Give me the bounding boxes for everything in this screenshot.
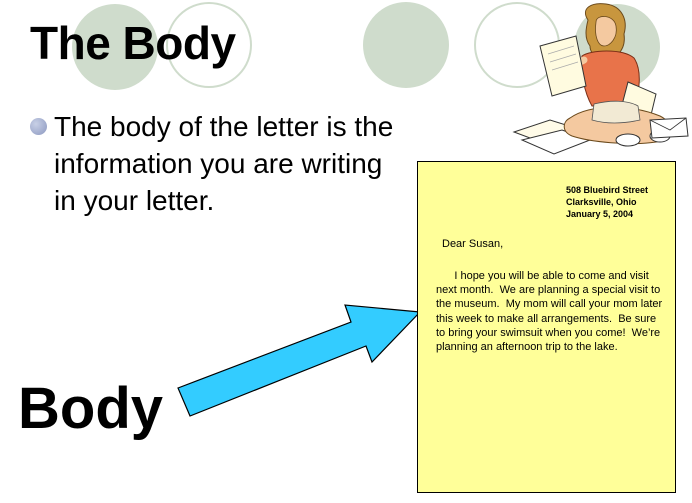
letter-page: 508 Bluebird Street Clarksville, Ohio Ja… xyxy=(417,161,676,493)
bullet-text: The body of the letter is the informatio… xyxy=(54,111,394,216)
body-label: Body xyxy=(18,376,163,441)
decor-circle-3 xyxy=(363,2,449,88)
address-street: 508 Bluebird Street xyxy=(566,185,649,195)
letter-greeting: Dear Susan, xyxy=(442,238,504,250)
arrow-icon xyxy=(177,304,422,417)
bullet-dot-icon xyxy=(30,118,47,135)
letter-body-text: I hope you will be able to come and visi… xyxy=(436,270,666,354)
letter-heading-address: 508 Bluebird Street Clarksville, Ohio Ja… xyxy=(566,184,648,220)
girl-reading-letter-icon xyxy=(512,3,689,155)
slide-title: The Body xyxy=(30,17,236,69)
address-city: Clarksville, Ohio xyxy=(566,197,637,207)
letter-date: January 5, 2004 xyxy=(566,209,634,219)
